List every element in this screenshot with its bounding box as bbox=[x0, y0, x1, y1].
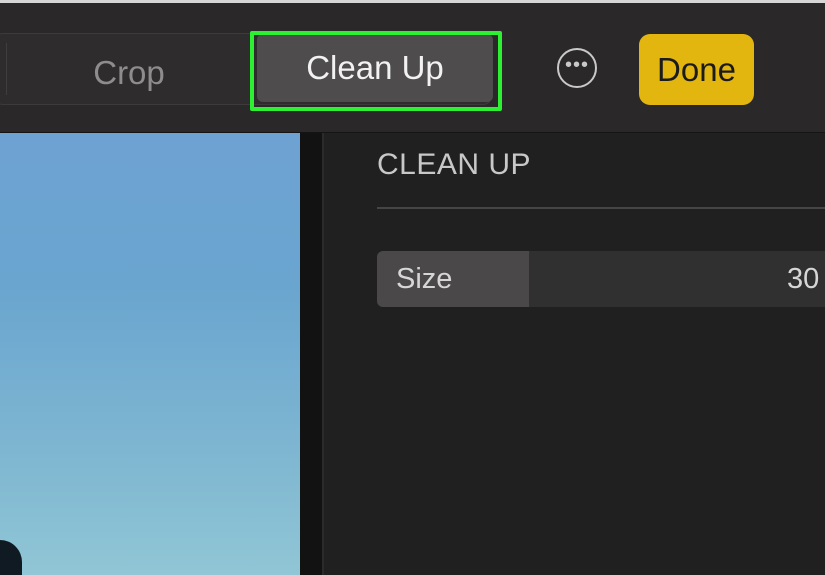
done-button[interactable]: Done bbox=[639, 34, 754, 105]
segment-divider bbox=[6, 43, 7, 95]
more-options-button[interactable]: ••• bbox=[557, 48, 597, 88]
ellipsis-circle-icon: ••• bbox=[564, 54, 589, 76]
edit-toolbar: Crop Clean Up ••• Done bbox=[0, 3, 825, 133]
size-label: Size bbox=[396, 263, 453, 295]
size-value: 30 bbox=[787, 263, 820, 295]
photo-canvas[interactable] bbox=[0, 133, 300, 575]
tab-clean-up[interactable]: Clean Up bbox=[257, 34, 493, 102]
adjust-sidebar bbox=[324, 133, 825, 575]
pane-divider bbox=[300, 133, 322, 575]
panel-title: CLEAN UP bbox=[377, 148, 532, 181]
panel-divider bbox=[377, 207, 825, 209]
tab-crop[interactable]: Crop bbox=[40, 41, 218, 105]
